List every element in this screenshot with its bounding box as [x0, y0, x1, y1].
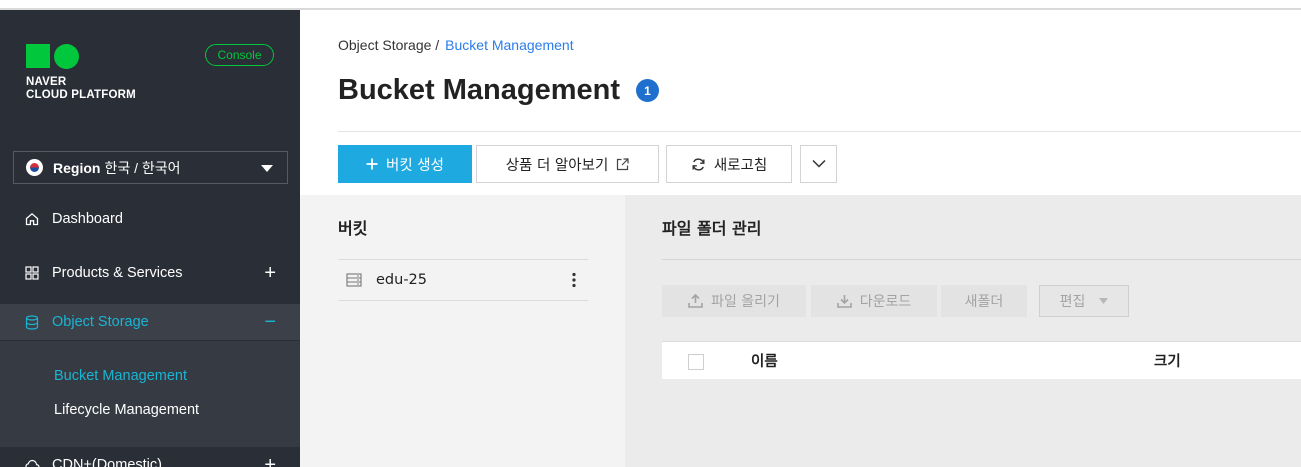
- caret-down-icon: [261, 165, 273, 172]
- region-label: Region: [53, 159, 101, 176]
- chevron-down-icon: [811, 156, 826, 172]
- main-content: Object Storage / Bucket Management Bucket…: [300, 10, 1301, 467]
- new-folder-button[interactable]: 새폴더: [941, 285, 1027, 317]
- download-button[interactable]: 다운로드: [811, 285, 937, 317]
- home-icon: [24, 211, 40, 227]
- top-border: [0, 0, 1301, 10]
- edit-label: 편집: [1059, 294, 1086, 310]
- column-name-header[interactable]: 이름: [751, 350, 778, 371]
- select-all-checkbox[interactable]: [688, 354, 704, 370]
- more-options-button[interactable]: [800, 145, 837, 183]
- bucket-panel-title: 버킷: [338, 219, 368, 238]
- server-icon: [346, 273, 362, 287]
- region-value: 한국 / 한국어: [104, 159, 181, 176]
- page-title-row: Bucket Management 1: [338, 74, 660, 107]
- create-bucket-label: 버킷 생성: [386, 157, 444, 174]
- expand-icon[interactable]: +: [264, 455, 276, 467]
- refresh-icon: [691, 157, 706, 172]
- help-badge[interactable]: 1: [636, 79, 660, 102]
- naver-logo-icon: [26, 44, 82, 70]
- sidebar-item-label: CDN+(Domestic): [52, 457, 162, 467]
- brand-line-2: CLOUD PLATFORM: [26, 89, 136, 101]
- bucket-name: edu-25: [376, 272, 427, 288]
- collapse-icon[interactable]: −: [264, 312, 276, 332]
- content-area: 버킷 edu-25 파일 폴더 관리 파일 올리기 다운로드 새폴더 편집 이름…: [300, 195, 1301, 467]
- sidebar-item-label: Dashboard: [52, 211, 123, 227]
- sidebar-item-object-storage[interactable]: Object Storage −: [0, 304, 300, 340]
- naver-cloud-logo[interactable]: NAVER CLOUD PLATFORM: [26, 44, 136, 102]
- column-size-header[interactable]: 크기: [1154, 350, 1181, 371]
- create-bucket-button[interactable]: 버킷 생성: [338, 145, 472, 183]
- upload-label: 파일 올리기: [711, 294, 780, 310]
- learn-more-button[interactable]: 상품 더 알아보기: [476, 145, 659, 183]
- divider: [662, 259, 1301, 260]
- breadcrumb: Object Storage / Bucket Management: [338, 37, 574, 53]
- list-item[interactable]: edu-25: [338, 259, 588, 301]
- download-label: 다운로드: [859, 294, 912, 310]
- edit-dropdown[interactable]: 편집: [1039, 285, 1129, 317]
- korea-flag-icon: [26, 159, 43, 176]
- sidebar-item-dashboard[interactable]: Dashboard: [0, 201, 300, 237]
- upload-file-button[interactable]: 파일 올리기: [662, 285, 806, 317]
- sidebar-item-products[interactable]: Products & Services +: [0, 255, 300, 291]
- kebab-menu-icon[interactable]: [572, 272, 576, 292]
- refresh-button[interactable]: 새로고침: [666, 145, 792, 183]
- refresh-label: 새로고침: [713, 157, 768, 174]
- subnav-lifecycle-management[interactable]: Lifecycle Management: [54, 402, 199, 418]
- plus-icon: [366, 158, 378, 170]
- external-link-icon: [616, 157, 629, 171]
- sidebar-item-label: Object Storage: [52, 314, 149, 330]
- caret-down-icon: [1099, 298, 1109, 304]
- cloud-icon: [24, 457, 40, 467]
- divider: [338, 131, 1301, 132]
- download-icon: [836, 294, 852, 308]
- console-button[interactable]: Console: [205, 44, 274, 66]
- breadcrumb-current[interactable]: Bucket Management: [445, 37, 573, 53]
- bucket-panel: 버킷 edu-25: [300, 195, 625, 467]
- sidebar: NAVER CLOUD PLATFORM Console Region 한국 /…: [0, 10, 300, 467]
- file-panel: 파일 폴더 관리 파일 올리기 다운로드 새폴더 편집 이름 크기: [625, 195, 1301, 467]
- file-panel-title: 파일 폴더 관리: [662, 219, 762, 238]
- page-title: Bucket Management: [338, 74, 621, 106]
- learn-more-label: 상품 더 알아보기: [505, 157, 609, 174]
- expand-icon[interactable]: +: [264, 263, 276, 283]
- region-select[interactable]: Region 한국 / 한국어: [13, 151, 288, 184]
- database-icon: [24, 314, 40, 330]
- breadcrumb-root[interactable]: Object Storage /: [338, 37, 439, 53]
- upload-icon: [688, 294, 703, 308]
- sidebar-item-cdn[interactable]: CDN+(Domestic) +: [0, 447, 300, 467]
- object-storage-subnav: Bucket Management Lifecycle Management: [0, 341, 300, 447]
- file-table-header: 이름 크기: [662, 341, 1301, 379]
- sidebar-item-label: Products & Services: [52, 265, 183, 281]
- subnav-bucket-management[interactable]: Bucket Management: [54, 368, 187, 384]
- brand-line-1: NAVER: [26, 76, 67, 88]
- grid-icon: [24, 265, 40, 281]
